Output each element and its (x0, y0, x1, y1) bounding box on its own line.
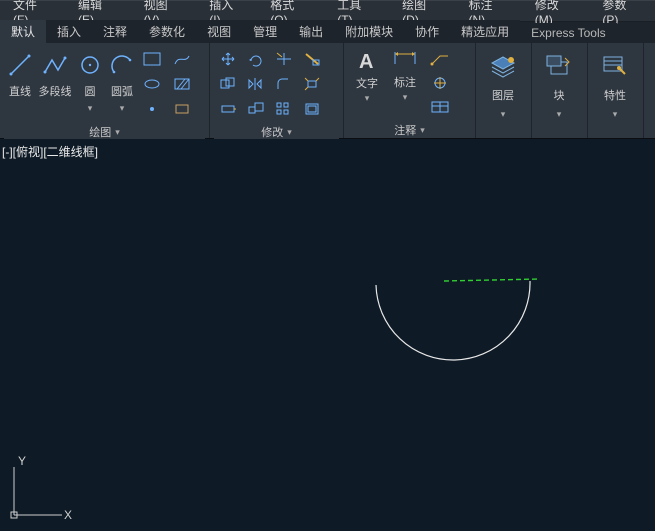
properties-icon (601, 53, 629, 81)
table-button[interactable] (428, 97, 452, 117)
modify-tools-grid (214, 47, 328, 124)
drawing-svg (0, 139, 655, 531)
line-icon (6, 51, 34, 79)
dimension-label: 标注 (394, 74, 416, 90)
chevron-down-icon: ▾ (115, 127, 120, 138)
tab-parametric[interactable]: 参数化 (138, 20, 196, 43)
erase-button[interactable] (300, 49, 324, 69)
panel-properties: 特性 ▾ (588, 43, 644, 138)
text-icon: A (353, 49, 381, 73)
chevron-down-icon: ▾ (88, 103, 93, 114)
arc-icon (108, 51, 136, 79)
tab-view[interactable]: 视图 (196, 20, 242, 43)
chevron-down-icon: ▾ (287, 127, 292, 138)
ucs-y-label: Y (18, 454, 26, 468)
draw-small-tools (138, 47, 200, 124)
centermark-button[interactable] (428, 73, 452, 93)
polyline-button[interactable]: 多段线 (36, 47, 74, 119)
menu-bar: 文件(F) 编辑(E) 视图(V) 插入(I) 格式(O) 工具(T) 绘图(D… (0, 0, 655, 22)
panel-blocks: 块 ▾ (532, 43, 588, 138)
panel-annotation-title[interactable]: 注释 ▾ (348, 122, 471, 138)
line-label: 直线 (9, 83, 31, 99)
stretch-button[interactable] (216, 99, 240, 119)
rectangle-button[interactable] (140, 49, 164, 69)
panel-blocks-title (536, 122, 583, 138)
line-button[interactable]: 直线 (4, 47, 36, 119)
block-label: 块 (554, 87, 565, 103)
chevron-down-icon: ▾ (120, 103, 125, 114)
circle-button[interactable]: 圆 ▾ (74, 47, 106, 119)
ribbon-tabs: 默认 插入 注释 参数化 视图 管理 输出 附加模块 协作 精选应用 Expre… (0, 22, 655, 43)
svg-text:A: A (359, 51, 373, 73)
block-icon (545, 53, 573, 81)
text-label: 文字 (356, 75, 378, 91)
ribbon: 直线 多段线 圆 ▾ 圆弧 ▾ (0, 43, 655, 139)
chevron-down-icon: ▾ (613, 109, 618, 120)
circle-label: 圆 (85, 83, 96, 99)
trim-button[interactable] (272, 49, 296, 69)
array-button[interactable] (272, 99, 296, 119)
leader-button[interactable] (428, 49, 452, 69)
spline-button[interactable] (170, 49, 194, 69)
panel-modify-title[interactable]: 修改 ▾ (214, 124, 339, 140)
ucs-x-label: X (64, 508, 72, 522)
tab-collab[interactable]: 协作 (404, 20, 450, 43)
drawing-canvas[interactable]: [-][俯视][二维线框] Y X (0, 139, 655, 531)
panel-properties-title (592, 122, 639, 138)
polyline-label: 多段线 (39, 83, 72, 99)
arc-button[interactable]: 圆弧 ▾ (106, 47, 138, 119)
tab-manage[interactable]: 管理 (242, 20, 288, 43)
rubber-band-line (444, 279, 540, 281)
hatch-button[interactable] (170, 74, 194, 94)
arc-label: 圆弧 (111, 83, 133, 99)
copy-button[interactable] (216, 74, 240, 94)
annotation-small-tools (424, 47, 456, 122)
panel-draw: 直线 多段线 圆 ▾ 圆弧 ▾ (0, 43, 210, 138)
tab-output[interactable]: 输出 (288, 20, 334, 43)
arc-entity[interactable] (376, 281, 530, 360)
rotate-button[interactable] (244, 49, 268, 69)
tab-featured[interactable]: 精选应用 (450, 20, 520, 43)
layers-icon (489, 53, 517, 81)
text-button[interactable]: A 文字 ▾ (348, 47, 386, 103)
chevron-down-icon: ▾ (501, 109, 506, 120)
ellipse-button[interactable] (140, 74, 164, 94)
offset-button[interactable] (300, 99, 324, 119)
fillet-button[interactable] (272, 74, 296, 94)
chevron-down-icon: ▾ (420, 125, 425, 136)
tab-annotate[interactable]: 注释 (92, 20, 138, 43)
scale-button[interactable] (244, 99, 268, 119)
ucs-icon: Y X (6, 453, 76, 523)
tab-default[interactable]: 默认 (0, 20, 46, 43)
chevron-down-icon: ▾ (557, 109, 562, 120)
panel-draw-title[interactable]: 绘图 ▾ (4, 124, 205, 140)
chevron-down-icon: ▾ (365, 93, 370, 104)
move-button[interactable] (216, 49, 240, 69)
layers-label: 图层 (492, 87, 514, 103)
tab-express-tools[interactable]: Express Tools (520, 23, 616, 43)
tab-addins[interactable]: 附加模块 (334, 20, 404, 43)
dimension-icon (391, 49, 419, 72)
point-button[interactable] (140, 99, 164, 119)
explode-button[interactable] (300, 74, 324, 94)
properties-button[interactable]: 特性 ▾ (592, 47, 638, 122)
block-button[interactable]: 块 ▾ (536, 47, 582, 122)
chevron-down-icon: ▾ (403, 92, 408, 103)
panel-layers: 图层 ▾ (476, 43, 532, 138)
circle-icon (76, 51, 104, 79)
region-button[interactable] (170, 99, 194, 119)
properties-label: 特性 (604, 87, 626, 103)
mirror-button[interactable] (244, 74, 268, 94)
panel-annotation: A 文字 ▾ 标注 ▾ 注释 ▾ (344, 43, 476, 138)
dimension-button[interactable]: 标注 ▾ (386, 47, 424, 103)
panel-modify: 修改 ▾ (210, 43, 344, 138)
tab-insert[interactable]: 插入 (46, 20, 92, 43)
layers-button[interactable]: 图层 ▾ (480, 47, 526, 122)
panel-layers-title (480, 122, 527, 138)
polyline-icon (41, 51, 69, 79)
